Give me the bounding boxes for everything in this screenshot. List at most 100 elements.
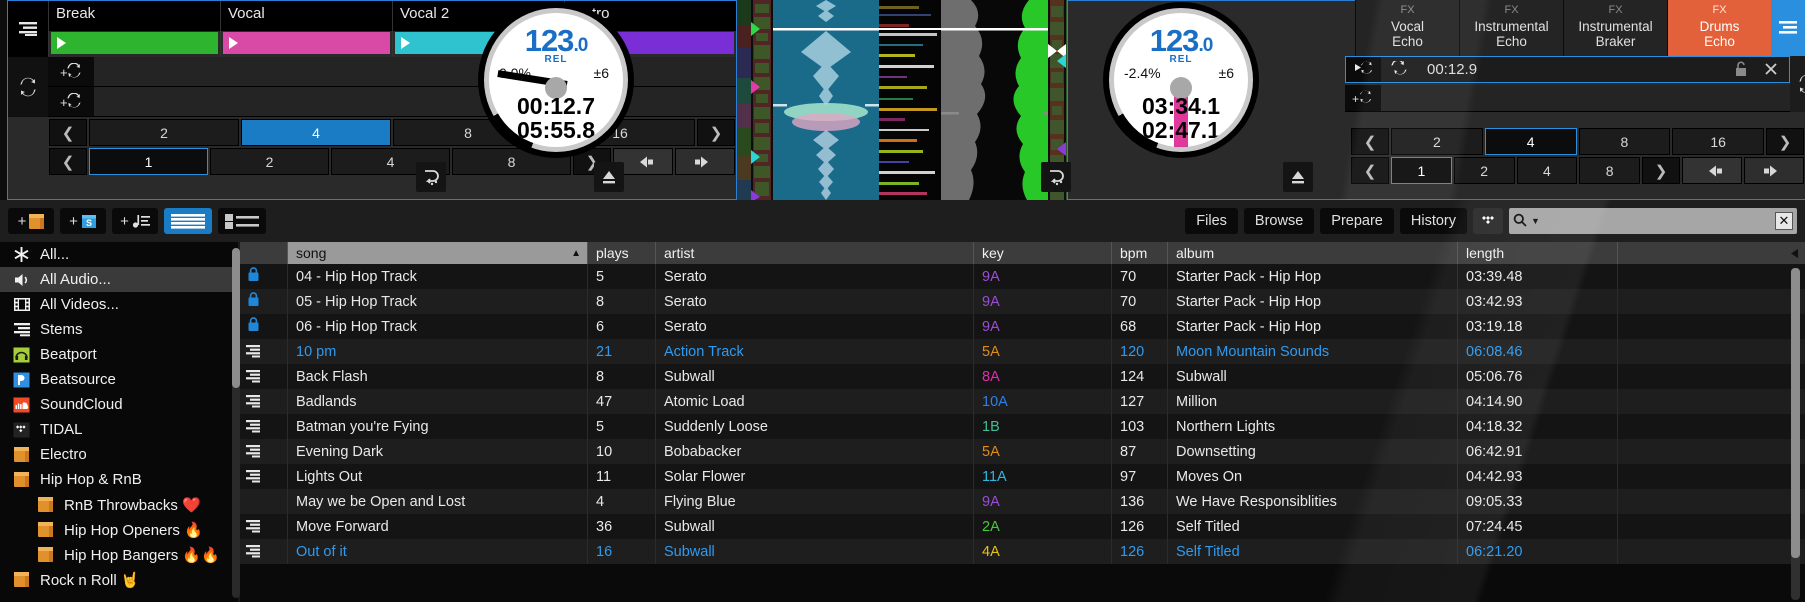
loop-active-icon[interactable] — [1381, 56, 1417, 82]
deck-2-beat-prev-button[interactable]: ❮ — [1351, 128, 1389, 155]
search-input[interactable] — [1543, 213, 1771, 229]
deck-2-eject-button[interactable] — [1283, 162, 1313, 192]
save-loop-icon[interactable]: + — [1345, 85, 1381, 111]
tab-browse[interactable]: Browse — [1243, 208, 1315, 234]
sidebar-item-all-videos[interactable]: All Videos... — [0, 292, 238, 317]
th-key[interactable]: key — [974, 242, 1112, 264]
deck-1-platter[interactable]: 123.0 REL 0.0% ±6 00:12.7 05:55.8 — [478, 2, 634, 158]
sidebar-item-hiphop-rnb[interactable]: Hip Hop & RnB — [0, 467, 238, 492]
table-row[interactable]: Move Forward 36 Subwall 2A 126 Self Titled 07:… — [240, 514, 1805, 539]
fx-slot-1[interactable]: FX Vocal Echo — [1355, 0, 1459, 56]
tab-history[interactable]: History — [1399, 208, 1467, 234]
deck-2-beat-size-8[interactable]: 8 — [1578, 128, 1671, 155]
column-collapse-button[interactable] — [1787, 242, 1803, 264]
deck-1-eject-button[interactable] — [594, 162, 624, 192]
table-row[interactable]: Badlands 47 Atomic Load 10A 127 Million 04:14.… — [240, 389, 1805, 414]
search-box[interactable]: ▼ ✕ — [1509, 208, 1797, 234]
save-loop-icon[interactable]: + — [48, 87, 94, 116]
search-clear-button[interactable]: ✕ — [1775, 212, 1793, 230]
deck-1-stems-toggle[interactable] — [8, 1, 48, 57]
deck-2-jump-forward-button[interactable] — [1744, 157, 1804, 184]
table-row[interactable]: 05 - Hip Hop Track 8 Serato 9A 70 Starter Pac… — [240, 289, 1805, 314]
deck-1-jump-forward-button[interactable] — [675, 148, 735, 175]
tab-files[interactable]: Files — [1185, 208, 1238, 234]
th-bpm[interactable]: bpm — [1112, 242, 1168, 264]
table-row[interactable]: Out of it 16 Subwall 4A 126 Self Titled 06:21.… — [240, 539, 1805, 564]
sidebar-scrollbar[interactable] — [232, 248, 240, 598]
deck-2-platter[interactable]: 123.0 REL -2.4% ±6 03:34.1 02:47.1 — [1103, 2, 1259, 158]
sidebar-item-rock-n-roll[interactable]: Rock n Roll 🤘 — [0, 567, 238, 592]
th-album[interactable]: album — [1168, 242, 1458, 264]
search-dropdown-icon[interactable]: ▼ — [1531, 216, 1540, 226]
table-row[interactable]: 10 pm 21 Action Track 5A 120 Moon Mountain So… — [240, 339, 1805, 364]
table-row[interactable]: Evening Dark 10 Bobabacker 5A 87 Downsetting 0… — [240, 439, 1805, 464]
table-row[interactable]: 04 - Hip Hop Track 5 Serato 9A 70 Starter Pac… — [240, 264, 1805, 289]
fx-slot-3[interactable]: FX Instrumental Braker — [1563, 0, 1667, 56]
deck-2-slip-mode-button[interactable] — [1041, 162, 1071, 192]
deck-1-loop-toggle[interactable] — [8, 57, 48, 117]
deck-2-beat-size-4[interactable]: 4 — [1484, 128, 1577, 155]
deck-2-beat-size-16[interactable]: 16 — [1672, 128, 1764, 155]
deck-2-beat-size-2[interactable]: 2 — [1391, 128, 1483, 155]
deck-2-jump-back-button[interactable] — [1682, 157, 1742, 184]
deck-1-jump-size-2[interactable]: 2 — [210, 148, 329, 175]
tab-prepare[interactable]: Prepare — [1320, 208, 1394, 234]
deck-1-virtual-deck[interactable]: 123.0 REL 0.0% ±6 00:12.7 05:55.8 — [416, 2, 634, 192]
deck-2-jump-size-4[interactable]: 4 — [1516, 157, 1578, 184]
view-mode-album-button[interactable] — [218, 208, 266, 234]
table-row[interactable]: Lights Out 11 Solar Flower 11A 97 Moves On 04:… — [240, 464, 1805, 489]
tidal-button[interactable] — [1473, 208, 1503, 234]
deck-2-jump-prev-button[interactable]: ❮ — [1351, 157, 1389, 184]
sidebar-scroll-thumb[interactable] — [232, 248, 240, 388]
sidebar-item-beatport[interactable]: Beatport — [0, 342, 238, 367]
fx-slot-4[interactable]: FX Drums Echo — [1667, 0, 1771, 56]
sidebar-item-all[interactable]: All... — [0, 242, 238, 267]
deck-2-jump-next-button[interactable]: ❯ — [1642, 157, 1680, 184]
deck-2-jump-size-8[interactable]: 8 — [1579, 157, 1640, 184]
deck-2-jump-size-1[interactable]: 1 — [1391, 157, 1452, 184]
add-playlist-button[interactable]: + — [112, 208, 158, 234]
th-length[interactable]: length — [1458, 242, 1618, 264]
deck-2-loop-row-1[interactable]: 00:12.9 — [1345, 56, 1790, 83]
table-scrollbar[interactable] — [1791, 268, 1800, 600]
th-song[interactable]: song ▲ — [288, 242, 588, 264]
fx-panel-menu-button[interactable] — [1771, 0, 1805, 56]
loop-roll-icon[interactable] — [1345, 56, 1381, 82]
deck-1-jump-size-1[interactable]: 1 — [89, 148, 208, 175]
sidebar-item-electro[interactable]: Electro — [0, 442, 238, 467]
table-row[interactable]: Batman you're Fying 5 Suddenly Loose 1B 103 N… — [240, 414, 1805, 439]
sidebar-item-stems[interactable]: Stems — [0, 317, 238, 342]
deck-1-beat-size-2[interactable]: 2 — [89, 119, 239, 146]
cue-slot-1-pad[interactable] — [51, 32, 218, 54]
table-row[interactable]: Back Flash 8 Subwall 8A 124 Subwall 05:06.76 — [240, 364, 1805, 389]
save-loop-icon[interactable]: + — [48, 57, 94, 86]
cue-slot-1[interactable]: Break — [48, 1, 220, 57]
deck-2-loop-row-2[interactable]: + — [1345, 85, 1790, 112]
view-mode-list-button[interactable] — [164, 208, 212, 234]
sidebar-item-rnb-throwbacks[interactable]: RnB Throwbacks ❤️ — [0, 492, 238, 517]
table-row[interactable]: 06 - Hip Hop Track 6 Serato 9A 68 Starter Pac… — [240, 314, 1805, 339]
deck-1-loop-slot-2[interactable] — [94, 87, 736, 116]
table-scroll-thumb[interactable] — [1791, 268, 1800, 558]
deck-1-loop-slot-1[interactable] — [94, 57, 736, 86]
deck-2-beat-next-button[interactable]: ❯ — [1766, 128, 1804, 155]
sidebar-item-beatsource[interactable]: Beatsource — [0, 367, 238, 392]
deck-1-beat-prev-button[interactable]: ❮ — [49, 119, 87, 146]
fx-slot-2[interactable]: FX Instrumental Echo — [1459, 0, 1563, 56]
deck-2-jump-size-2[interactable]: 2 — [1453, 157, 1515, 184]
deck-2-loop-slot-2[interactable] — [1381, 85, 1790, 111]
deck-1-beat-size-4[interactable]: 4 — [241, 119, 391, 146]
deck-2-loop-toggle[interactable] — [1790, 56, 1805, 112]
deck-1-jump-prev-button[interactable]: ❮ — [49, 148, 87, 175]
sidebar-item-hiphop-openers[interactable]: Hip Hop Openers 🔥 — [0, 517, 238, 542]
sidebar-item-hiphop-bangers[interactable]: Hip Hop Bangers 🔥🔥 — [0, 542, 238, 567]
deck-1-beat-next-button[interactable]: ❯ — [697, 119, 735, 146]
sidebar-item-tidal[interactable]: TIDAL — [0, 417, 238, 442]
table-row[interactable]: May we be Open and Lost 4 Flying Blue 9A 136… — [240, 489, 1805, 514]
sidebar-item-soundcloud[interactable]: SoundCloud — [0, 392, 238, 417]
deck-1-slip-mode-button[interactable] — [416, 162, 446, 192]
library-sidebar[interactable]: All... All Audio... All Videos... Stems … — [0, 242, 238, 602]
th-artist[interactable]: artist — [656, 242, 974, 264]
sidebar-item-all-audio[interactable]: All Audio... — [0, 267, 238, 292]
close-icon[interactable] — [1764, 61, 1778, 77]
